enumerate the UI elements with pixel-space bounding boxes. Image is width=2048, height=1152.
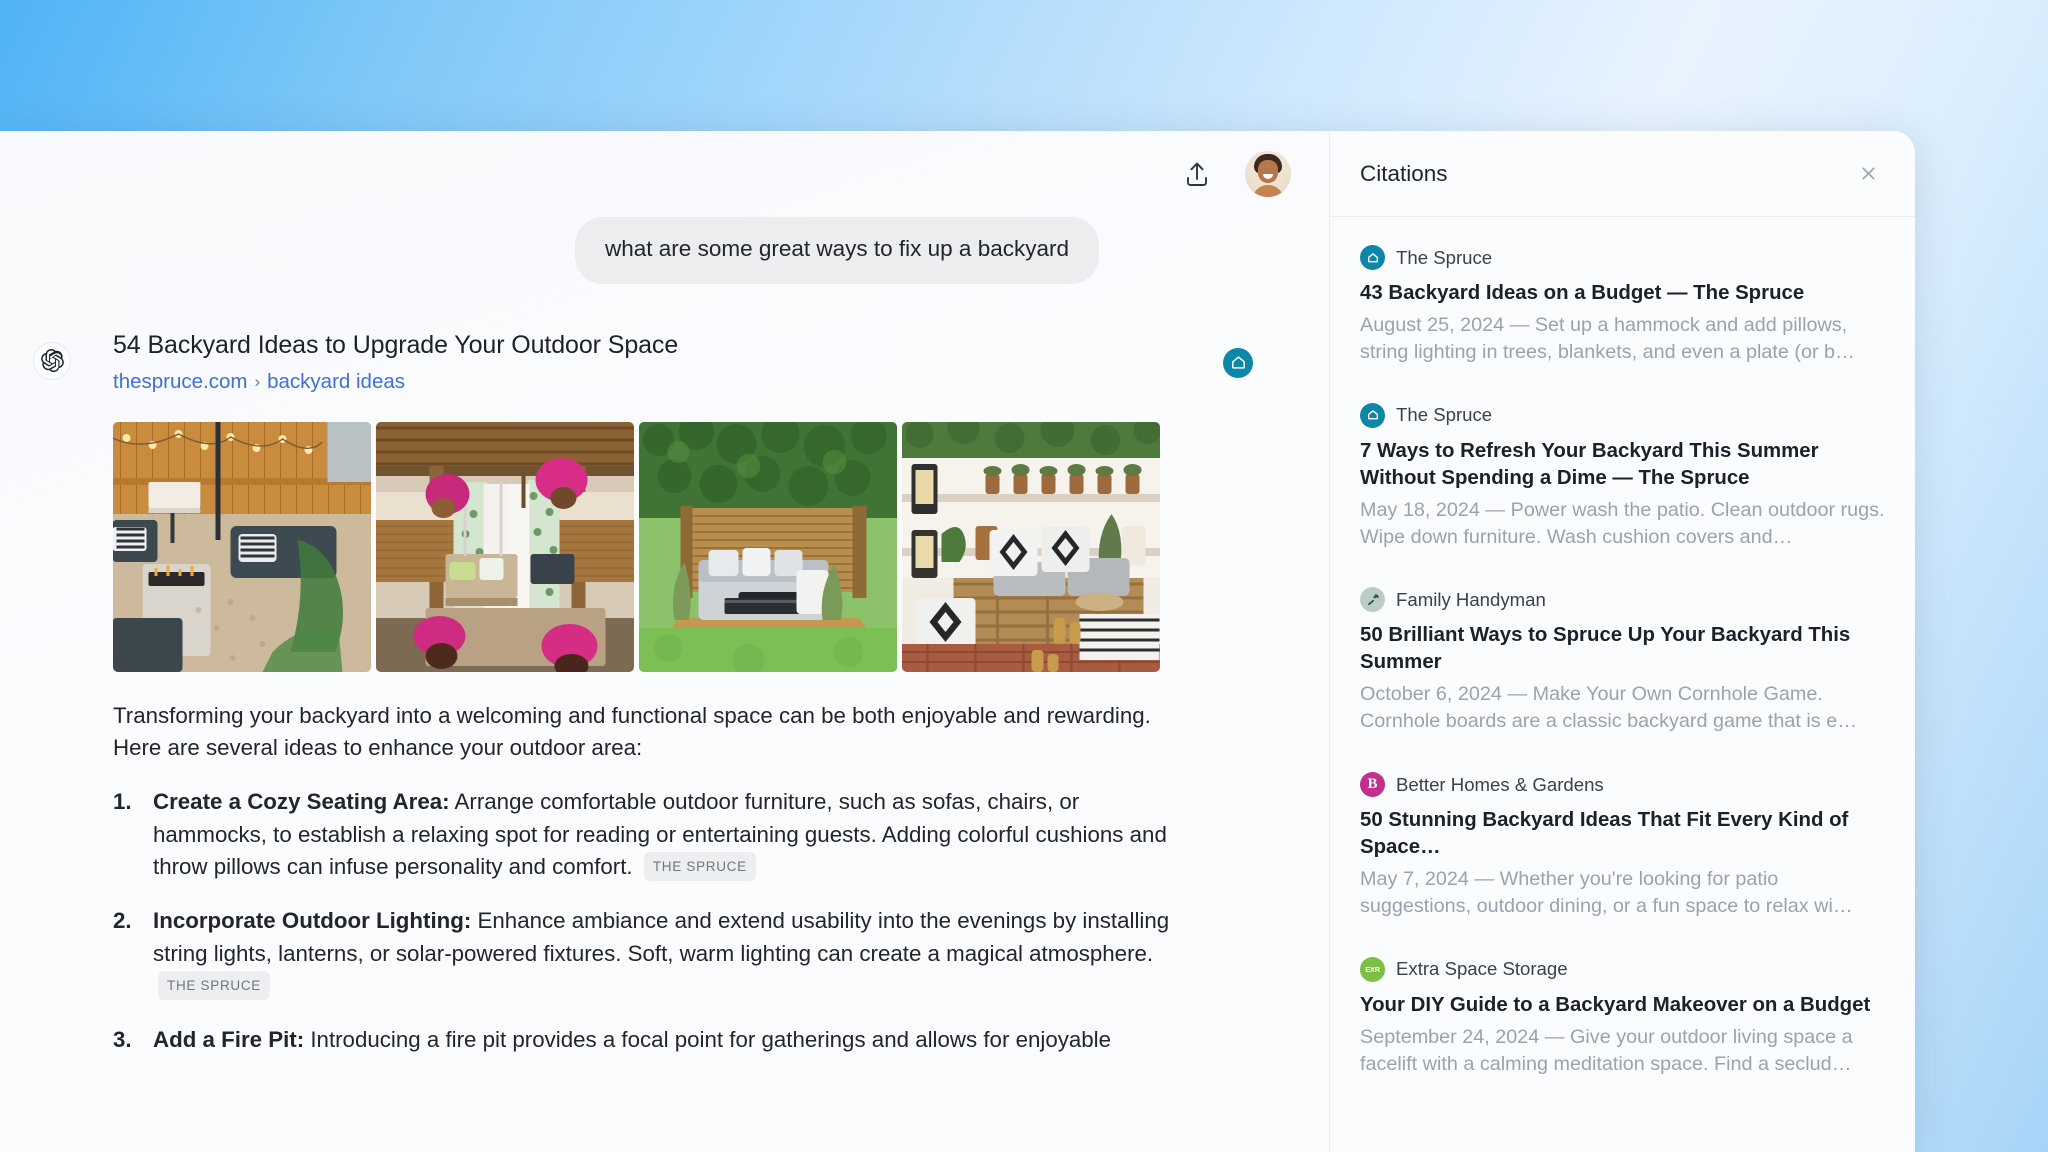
list-item-number: 2. [113,908,132,934]
list-item-lead: Create a Cozy Seating Area: [153,789,450,815]
citation-source-name: Family Handyman [1396,588,1546,610]
citation-title[interactable]: Your DIY Guide to a Backyard Makeover on… [1360,992,1885,1019]
list-item: 1. Create a Cozy Seating Area: Arrange c… [113,786,1173,883]
citation-snippet: May 7, 2024 — Whether you're looking for… [1360,867,1853,917]
citation-snippet: May 18, 2024 — Power wash the patio. Cle… [1360,498,1885,548]
avatar-face [1258,160,1278,183]
conversation-pane: what are some great ways to fix up a bac… [0,131,1329,1152]
citation-item[interactable]: B Better Homes & Gardens 50 Stunning Bac… [1360,772,1885,920]
thumb-corner-sofa-deck[interactable] [639,421,897,672]
citation-title[interactable]: 43 Backyard Ideas on a Budget — The Spru… [1360,280,1885,307]
list-item: 3. Add a Fire Pit: Introducing a fire pi… [113,1024,1173,1056]
citation-snippet: October 6, 2024 — Make Your Own Cornhole… [1360,683,1857,733]
list-item-number: 1. [113,789,132,815]
citation-source-name: Better Homes & Gardens [1396,773,1604,795]
openai-logo-icon [33,341,71,380]
citations-header: Citations [1330,131,1915,217]
citation-source-name: The Spruce [1396,246,1493,268]
app-window: what are some great ways to fix up a bac… [0,131,1915,1152]
page-title: 54 Backyard Ideas to Upgrade Your Outdoo… [113,330,679,359]
citation-source-name: Extra Space Storage [1396,958,1568,980]
citation-source-row: EXR Extra Space Storage [1360,956,1885,982]
list-item-lead: Incorporate Outdoor Lighting: [153,908,472,934]
home-icon [1360,402,1385,428]
citation-chip[interactable]: THE SPRUCE [643,852,756,881]
citation-source-name: The Spruce [1396,404,1493,426]
list-item-lead: Add a Fire Pit: [153,1027,305,1053]
thumb-pergola-swing[interactable] [376,421,634,672]
avatar[interactable] [1245,151,1291,197]
citations-panel: Citations The Spruce 43 Backyard Ideas o… [1329,131,1915,1152]
citation-chip[interactable]: THE SPRUCE [158,971,271,1000]
citation-snippet: August 25, 2024 — Set up a hammock and a… [1360,313,1855,363]
citation-item[interactable]: The Spruce 7 Ways to Refresh Your Backya… [1360,402,1885,551]
citation-item[interactable]: The Spruce 43 Backyard Ideas on a Budget… [1360,245,1885,366]
letter-b-icon: B [1360,772,1385,798]
thumbnail-strip [113,421,1160,672]
citation-title[interactable]: 50 Brilliant Ways to Spruce Up Your Back… [1360,622,1885,676]
list-item-body: Introducing a fire pit provides a focal … [310,1027,1112,1053]
citation-snippet: September 24, 2024 — Give your outdoor l… [1360,1025,1853,1075]
search-result-card[interactable]: 54 Backyard Ideas to Upgrade Your Outdoo… [113,330,1289,394]
list-item-number: 3. [113,1027,132,1053]
list-item: 2. Incorporate Outdoor Lighting: Enhance… [113,905,1173,1002]
chevron-right-icon: › [254,371,261,391]
intro-paragraph: Transforming your backyard into a welcom… [113,702,1151,761]
breadcrumb-path[interactable]: backyard ideas [267,370,405,394]
breadcrumb-domain[interactable]: thespruce.com [113,370,247,394]
share-upload-icon[interactable] [1175,152,1219,196]
thumb-fire-pit-patio[interactable] [113,421,371,672]
citations-title: Citations [1360,160,1448,186]
home-icon[interactable] [1223,347,1253,378]
user-message-row: what are some great ways to fix up a bac… [0,217,1329,284]
citations-list[interactable]: The Spruce 43 Backyard Ideas on a Budget… [1330,217,1915,1152]
citation-title[interactable]: 50 Stunning Backyard Ideas That Fit Ever… [1360,807,1885,861]
citation-source-row: The Spruce [1360,245,1885,270]
breadcrumb[interactable]: thespruce.com › backyard ideas [113,370,1289,394]
ideas-list: 1. Create a Cozy Seating Area: Arrange c… [113,786,1173,1056]
citation-source-row: Family Handyman [1360,587,1885,613]
conversation-toolbar [0,131,1329,217]
answer-body: Transforming your backyard into a welcom… [113,700,1173,1057]
citation-source-row: The Spruce [1360,402,1885,428]
thumb-pallet-lounge[interactable] [902,421,1160,672]
close-icon[interactable] [1851,157,1885,191]
exr-logo-icon: EXR [1360,956,1385,982]
citation-item[interactable]: EXR Extra Space Storage Your DIY Guide t… [1360,956,1885,1078]
assistant-answer-block: 54 Backyard Ideas to Upgrade Your Outdoo… [0,330,1329,1057]
citation-item[interactable]: Family Handyman 50 Brilliant Ways to Spr… [1360,587,1885,735]
citation-title[interactable]: 7 Ways to Refresh Your Backyard This Sum… [1360,438,1885,492]
user-query-bubble: what are some great ways to fix up a bac… [575,217,1099,284]
citation-source-row: B Better Homes & Gardens [1360,772,1885,798]
hammer-icon [1360,587,1385,613]
home-icon [1360,245,1385,270]
